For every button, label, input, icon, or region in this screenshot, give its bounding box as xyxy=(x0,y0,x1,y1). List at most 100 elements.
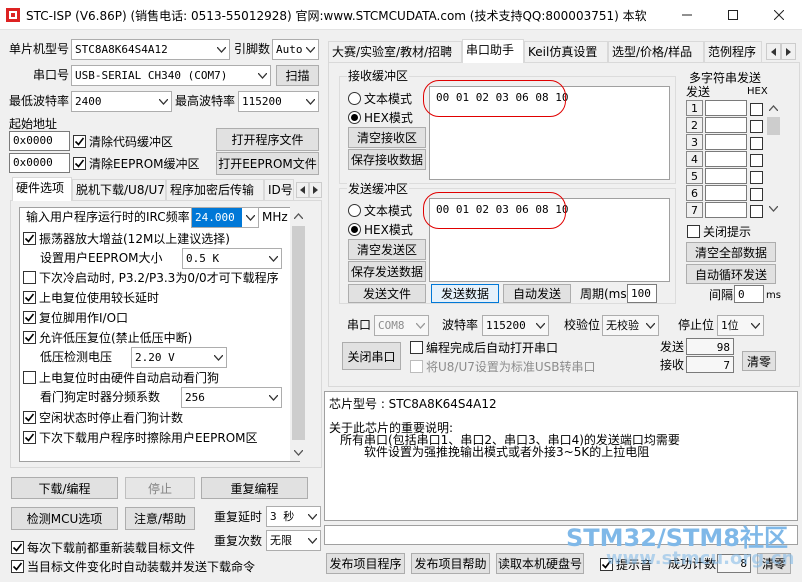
code-start-address-input[interactable]: 0x0000 xyxy=(9,131,70,151)
auto-loop-send-button[interactable]: 自动循环发送 xyxy=(686,264,776,284)
multi-send-index-3[interactable]: 3 xyxy=(686,134,703,150)
send-hex-mode-radio[interactable]: HEX模式 xyxy=(348,221,413,237)
multi-send-input-6[interactable] xyxy=(705,185,747,201)
minimize-button[interactable] xyxy=(664,0,710,30)
interval-input[interactable]: 0 xyxy=(734,285,764,303)
open-eeprom-file-button[interactable]: 打开EEPROM文件 xyxy=(216,152,319,175)
close-serial-port-button[interactable]: 关闭串口 xyxy=(342,342,401,370)
clear-receive-button[interactable]: 清空接收区 xyxy=(348,127,426,148)
multi-send-hex-checkbox-5[interactable] xyxy=(750,169,766,185)
read-disk-id-button[interactable]: 读取本机硬盘号 xyxy=(496,553,584,574)
repeat-delay-select[interactable]: 3 秒 xyxy=(266,506,321,527)
multi-send-index-6[interactable]: 6 xyxy=(686,185,703,201)
tab-id-number[interactable]: ID号 xyxy=(264,179,294,201)
publish-project-program-button[interactable]: 发布项目程序 xyxy=(326,553,405,574)
multi-send-input-1[interactable] xyxy=(705,100,747,116)
eeprom-start-address-input[interactable]: 0x0000 xyxy=(9,153,70,173)
save-send-data-button[interactable]: 保存发送数据 xyxy=(348,261,426,282)
stop-button[interactable]: 停止 xyxy=(125,477,195,499)
send-text-mode-radio[interactable]: 文本模式 xyxy=(348,202,412,218)
hardware-watchdog-checkbox[interactable]: 上电复位时由硬件自动启动看门狗 xyxy=(23,369,219,385)
period-input[interactable]: 100 xyxy=(627,284,657,303)
reset-pin-as-io-checkbox[interactable]: 复位脚用作I/O口 xyxy=(23,309,128,325)
tab-encrypted-transfer[interactable]: 程序加密后传输 xyxy=(166,179,264,201)
maximize-button[interactable] xyxy=(710,0,756,30)
scroll-thumb[interactable] xyxy=(767,117,780,135)
multi-send-hex-checkbox-7[interactable] xyxy=(750,203,766,219)
multi-send-index-7[interactable]: 7 xyxy=(686,202,703,218)
auto-reload-on-change-checkbox[interactable]: 当目标文件变化时自动装载并发送下载命令 xyxy=(11,558,255,574)
tab-serial-assistant[interactable]: 串口助手 xyxy=(462,39,524,63)
repeat-count-select[interactable]: 无限 xyxy=(266,530,321,551)
u8u7-usb-serial-checkbox[interactable]: 将U8/U7设置为标准USB转串口 xyxy=(410,358,596,374)
options-scrollbar[interactable] xyxy=(290,207,307,461)
scroll-down-icon[interactable] xyxy=(290,444,307,461)
irc-frequency-input[interactable]: 24.000 xyxy=(191,207,259,228)
max-baud-select[interactable]: 115200 xyxy=(238,91,319,112)
info-output-area[interactable]: 芯片型号 : STC8A8K64S4A12 关于此芯片的重要说明: 所有串口(包… xyxy=(324,391,798,521)
low-voltage-reset-checkbox[interactable]: 允许低压复位(禁止低压中断) xyxy=(23,329,192,345)
baud-rate-select[interactable]: 115200 xyxy=(482,315,549,336)
tab-scroll-arrows[interactable] xyxy=(296,182,322,198)
receive-hex-mode-radio[interactable]: HEX模式 xyxy=(348,109,413,125)
multi-send-hex-checkbox-4[interactable] xyxy=(750,152,766,168)
send-file-button[interactable]: 发送文件 xyxy=(348,284,426,303)
multi-send-index-5[interactable]: 5 xyxy=(686,168,703,184)
mcu-type-select[interactable]: STC8A8K64S4A12 xyxy=(71,39,230,60)
clear-send-button[interactable]: 清空发送区 xyxy=(348,239,426,260)
save-receive-data-button[interactable]: 保存接收数据 xyxy=(348,149,426,170)
auto-open-port-checkbox[interactable]: 编程完成后自动打开串口 xyxy=(410,339,558,355)
multi-send-input-7[interactable] xyxy=(705,202,747,218)
right-tab-scroll-arrows[interactable] xyxy=(766,43,796,60)
idle-stop-watchdog-checkbox[interactable]: 空闲状态时停止看门狗计数 xyxy=(23,409,183,425)
clear-eeprom-buffer-checkbox[interactable]: 清除EEPROM缓冲区 xyxy=(73,155,200,171)
serial-port-select[interactable]: USB-SERIAL CH340 (COM7) xyxy=(71,65,271,86)
erase-eeprom-checkbox[interactable]: 下次下载用户程序时擦除用户EEPROM区 xyxy=(23,429,258,445)
multi-send-input-3[interactable] xyxy=(705,134,747,150)
chevron-right-icon[interactable] xyxy=(309,182,322,198)
clear-code-buffer-checkbox[interactable]: 清除代码缓冲区 xyxy=(73,133,173,149)
repeat-program-button[interactable]: 重复编程 xyxy=(201,477,308,499)
lvd-voltage-select[interactable]: 2.20 V xyxy=(131,347,227,368)
multi-send-hex-checkbox-3[interactable] xyxy=(750,135,766,151)
chevron-right-icon[interactable] xyxy=(781,43,796,60)
scan-button[interactable]: 扫描 xyxy=(276,65,319,86)
tab-selection-price[interactable]: 选型/价格/样品 xyxy=(608,41,704,63)
tab-example-programs[interactable]: 范例程序 xyxy=(704,41,762,63)
auto-send-button[interactable]: 自动发送 xyxy=(503,284,571,303)
multi-send-input-4[interactable] xyxy=(705,151,747,167)
tab-offline-download[interactable]: 脱机下载/U8/U7 xyxy=(72,179,166,201)
clear-counts-button[interactable]: 清零 xyxy=(742,351,776,371)
close-hint-checkbox[interactable]: 关闭提示 xyxy=(687,223,751,239)
parity-select[interactable]: 无校验 xyxy=(602,315,659,336)
clear-all-data-button[interactable]: 清空全部数据 xyxy=(686,242,776,262)
oscillator-gain-checkbox[interactable]: 振荡器放大增益(12M以上建议选择) xyxy=(23,230,230,246)
tab-contest-lab[interactable]: 大赛/实验室/教材/招聘 xyxy=(328,41,462,63)
reload-before-download-checkbox[interactable]: 每次下载前都重新装载目标文件 xyxy=(11,539,195,555)
scroll-down-icon[interactable] xyxy=(765,200,782,217)
eeprom-size-select[interactable]: 0.5 K xyxy=(182,248,282,269)
multi-send-index-2[interactable]: 2 xyxy=(686,117,703,133)
close-button[interactable] xyxy=(756,0,802,30)
receive-text-mode-radio[interactable]: 文本模式 xyxy=(348,90,412,106)
multi-send-index-4[interactable]: 4 xyxy=(686,151,703,167)
tab-keil-simulation[interactable]: Keil仿真设置 xyxy=(524,41,608,63)
watchdog-prescaler-select[interactable]: 256 xyxy=(181,387,282,408)
open-program-file-button[interactable]: 打开程序文件 xyxy=(216,128,319,151)
scroll-up-icon[interactable] xyxy=(765,99,782,116)
multi-send-index-1[interactable]: 1 xyxy=(686,100,703,116)
multi-send-hex-checkbox-2[interactable] xyxy=(750,118,766,134)
long-reset-delay-checkbox[interactable]: 上电复位使用较长延时 xyxy=(23,289,159,305)
publish-project-help-button[interactable]: 发布项目帮助 xyxy=(411,553,490,574)
min-baud-select[interactable]: 2400 xyxy=(71,91,172,112)
chevron-left-icon[interactable] xyxy=(296,182,309,198)
multi-send-hex-checkbox-6[interactable] xyxy=(750,186,766,202)
tab-hardware-options[interactable]: 硬件选项 xyxy=(12,177,72,201)
multi-string-scrollbar[interactable] xyxy=(765,99,782,217)
pin-count-select[interactable]: Auto xyxy=(272,39,319,60)
check-mcu-options-button[interactable]: 检测MCU选项 xyxy=(11,507,118,530)
port-select[interactable]: COM8 xyxy=(374,315,429,336)
stop-bits-select[interactable]: 1位 xyxy=(717,315,764,336)
scroll-up-icon[interactable] xyxy=(290,207,307,224)
scroll-thumb[interactable] xyxy=(292,226,305,440)
